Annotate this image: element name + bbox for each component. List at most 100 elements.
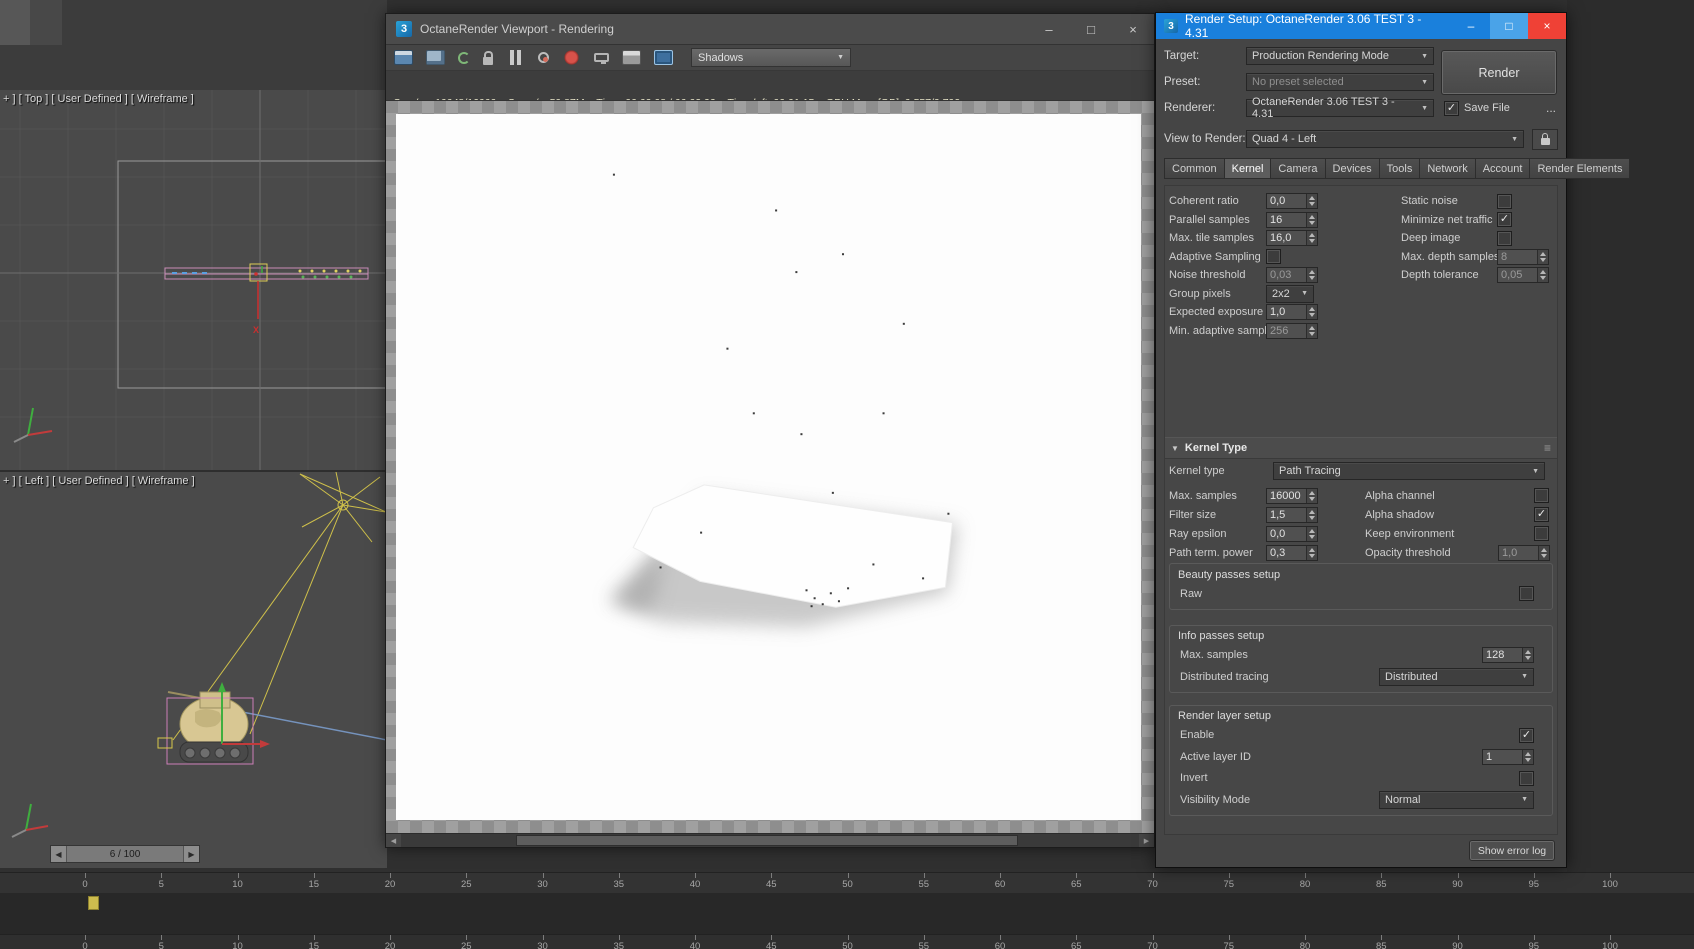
previous-frame-button[interactable]: ◀: [51, 846, 66, 862]
lock-view-button[interactable]: [1532, 128, 1558, 150]
spinner-field[interactable]: 16000: [1266, 487, 1318, 504]
viewport-top-label[interactable]: + ] [ Top ] [ User Defined ] [ Wireframe…: [3, 93, 194, 105]
spinner-field[interactable]: 0,03: [1266, 267, 1318, 284]
spinner-field[interactable]: 1,5: [1266, 506, 1318, 523]
section-menu-icon[interactable]: ≡: [1544, 441, 1551, 455]
preset-dropdown[interactable]: No preset selected ▼: [1246, 73, 1434, 91]
spinner-arrows-icon[interactable]: [1306, 268, 1317, 283]
spinner-arrows-icon[interactable]: [1537, 249, 1548, 264]
spinner-field[interactable]: 128: [1482, 647, 1534, 664]
minimize-button[interactable]: –: [1452, 13, 1490, 39]
dropdown[interactable]: 2x2 ▼: [1266, 284, 1314, 303]
maximize-button[interactable]: □: [1070, 14, 1112, 44]
spinner-arrows-icon[interactable]: [1537, 268, 1548, 283]
view-to-render-dropdown[interactable]: Quad 4 - Left ▼: [1246, 130, 1524, 148]
close-button[interactable]: ×: [1112, 14, 1154, 44]
horizontal-scrollbar[interactable]: ◀ ▶: [386, 833, 1154, 847]
spinner-arrows-icon[interactable]: [1538, 545, 1549, 560]
checkbox[interactable]: ✓: [1519, 727, 1534, 743]
checkbox[interactable]: [1497, 193, 1512, 209]
dropdown[interactable]: Distributed ▼: [1379, 667, 1534, 686]
spinner-field[interactable]: 256: [1266, 322, 1318, 339]
spinner-arrows-icon[interactable]: [1306, 305, 1317, 320]
restart-render-icon[interactable]: [458, 51, 470, 64]
active-camera-icon[interactable]: [654, 50, 673, 65]
close-button[interactable]: ×: [1528, 13, 1566, 39]
octane-title-bar[interactable]: 3 OctaneRender Viewport - Rendering – □ …: [386, 14, 1154, 45]
kernel-type-dropdown[interactable]: Path Tracing ▼: [1273, 462, 1545, 480]
spinner-field[interactable]: 0,05: [1497, 267, 1549, 284]
tab-kernel[interactable]: Kernel: [1223, 158, 1271, 179]
show-error-log-button[interactable]: Show error log: [1469, 840, 1555, 861]
render-button[interactable]: Render: [1441, 50, 1557, 95]
target-dropdown[interactable]: Production Rendering Mode ▼: [1246, 47, 1434, 65]
kernel-type-section-header[interactable]: ▼ Kernel Type ≡: [1165, 437, 1557, 459]
spinner-field[interactable]: 1,0: [1498, 544, 1550, 561]
monitor-icon[interactable]: [594, 53, 609, 64]
render-setup-title-bar[interactable]: 3 Render Setup: OctaneRender 3.06 TEST 3…: [1156, 12, 1566, 40]
render-priority-icon[interactable]: [562, 50, 581, 65]
spinner-field[interactable]: 0,0: [1266, 193, 1318, 210]
scrollbar-thumb[interactable]: [516, 835, 1018, 846]
checkbox[interactable]: [1266, 249, 1281, 265]
scroll-right-button[interactable]: ▶: [1139, 834, 1154, 847]
viewport-left-label[interactable]: + ] [ Left ] [ User Defined ] [ Wirefram…: [3, 475, 195, 487]
spinner-field[interactable]: 16: [1266, 211, 1318, 228]
next-frame-button[interactable]: ▶: [184, 846, 199, 862]
tab-devices[interactable]: Devices: [1324, 158, 1379, 179]
ruler-number: 90: [1452, 941, 1463, 949]
save-file-browse-button[interactable]: ...: [1546, 101, 1558, 115]
tab-render-elements[interactable]: Render Elements: [1529, 158, 1631, 179]
minimize-button[interactable]: –: [1028, 14, 1070, 44]
focus-picker-icon[interactable]: [538, 52, 549, 63]
spinner-arrows-icon[interactable]: [1306, 194, 1317, 209]
dropdown[interactable]: Normal ▼: [1379, 790, 1534, 809]
spinner-arrows-icon[interactable]: [1306, 212, 1317, 227]
shadows-dropdown[interactable]: Shadows ▼: [691, 48, 851, 67]
lock-resolution-icon[interactable]: [483, 50, 493, 65]
keyframe-marker[interactable]: [88, 896, 99, 910]
checkbox[interactable]: ✓: [1497, 212, 1512, 228]
spinner-arrows-icon[interactable]: [1306, 488, 1317, 503]
checkbox[interactable]: [1519, 770, 1534, 786]
tab-account[interactable]: Account: [1474, 158, 1530, 179]
spinner-arrows-icon[interactable]: [1522, 749, 1533, 764]
tab-network[interactable]: Network: [1419, 158, 1475, 179]
save-file-checkbox[interactable]: ✓: [1444, 100, 1459, 116]
renderer-dropdown[interactable]: OctaneRender 3.06 TEST 3 - 4.31 ▼: [1246, 96, 1434, 120]
time-slider[interactable]: ◀ 6 / 100 ▶: [50, 845, 200, 863]
viewport-top[interactable]: X + ] [ Top ] [ User Defined ] [ Wirefra…: [0, 90, 387, 472]
spinner-field[interactable]: 1,0: [1266, 304, 1318, 321]
spinner-field[interactable]: 0,3: [1266, 544, 1318, 561]
scroll-left-button[interactable]: ◀: [386, 834, 401, 847]
scrollbar-track[interactable]: [401, 834, 1139, 847]
checkbox[interactable]: [1519, 586, 1534, 602]
pause-render-icon[interactable]: [506, 50, 525, 65]
tab-common[interactable]: Common: [1164, 158, 1224, 179]
checkbox[interactable]: ✓: [1534, 507, 1549, 522]
spinner-field[interactable]: 0,0: [1266, 525, 1318, 542]
spinner-arrows-icon[interactable]: [1306, 323, 1317, 338]
print-icon[interactable]: [622, 50, 641, 65]
track-bar-ruler[interactable]: 0 5 10 15 20 25 30 35 40 45 50 55 60 65 70 75 80 85 90 95 10…: [0, 872, 1694, 894]
copy-image-icon[interactable]: [426, 50, 445, 65]
spinner-field[interactable]: 8: [1497, 248, 1549, 265]
render-canvas[interactable]: [386, 101, 1154, 833]
checkbox[interactable]: [1534, 488, 1549, 503]
maximize-button[interactable]: □: [1490, 13, 1528, 39]
tab-tools[interactable]: Tools: [1378, 158, 1420, 179]
spinner-arrows-icon[interactable]: [1522, 648, 1533, 663]
spinner-field[interactable]: 1: [1482, 748, 1534, 765]
checkbox[interactable]: [1497, 230, 1512, 246]
tab-camera[interactable]: Camera: [1270, 158, 1325, 179]
spinner-field[interactable]: 16,0: [1266, 230, 1318, 247]
spinner-arrows-icon[interactable]: [1306, 545, 1317, 560]
save-icon[interactable]: [394, 50, 413, 65]
spinner-arrows-icon[interactable]: [1306, 526, 1317, 541]
track-bar-ruler-bottom[interactable]: 0 5 10 15 20 25 30 35 40 45 50 55 60 65 70 75 80 85 90 95 10…: [0, 934, 1694, 949]
spinner-arrows-icon[interactable]: [1306, 231, 1317, 246]
spinner-arrows-icon[interactable]: [1306, 507, 1317, 522]
viewport-left-view[interactable]: + ] [ Left ] [ User Defined ] [ Wirefram…: [0, 472, 387, 868]
checkbox[interactable]: [1534, 526, 1549, 541]
current-frame-label[interactable]: 6 / 100: [66, 846, 184, 862]
